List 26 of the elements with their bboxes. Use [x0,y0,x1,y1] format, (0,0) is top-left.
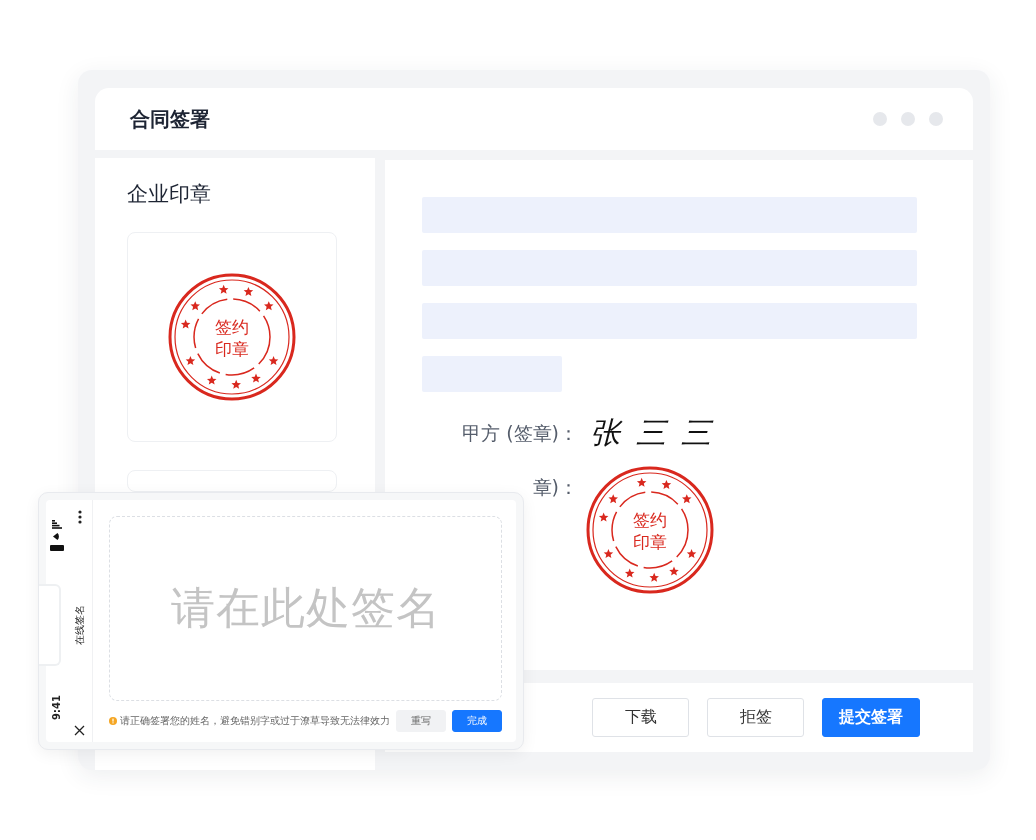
signal-icon [51,520,62,529]
status-time: 9:41 [51,694,63,720]
signature-button[interactable]: 重写 [396,710,446,732]
battery-icon [49,544,64,552]
more-icon[interactable] [77,510,82,524]
signing-tip: 请正确签署您的姓名，避免错别字或过于潦草导致无法律效力 [120,714,390,728]
signature-label: 甲方 (签章)： [461,421,578,446]
seal-text: 印章 [633,532,667,552]
seal-text: 印章 [215,339,249,359]
close-icon[interactable] [74,725,86,736]
panel-title: 企业印章 [127,181,212,208]
signature-label: 章)： [531,475,578,500]
action-button[interactable]: 下载 [592,698,689,737]
warning-icon [109,717,117,725]
signature-button[interactable]: 完成 [452,710,502,732]
window-dot-icon[interactable] [929,112,943,126]
window-title: 合同签署 [130,105,210,133]
handwritten-signature: 张 三 三 [590,420,715,446]
action-button[interactable]: 拒签 [707,698,804,737]
seal-text: 签约 [215,317,249,337]
action-button[interactable]: 提交签署 [822,698,920,737]
window-dot-icon[interactable] [873,112,887,126]
seal-text: 签约 [633,510,667,530]
seal-card[interactable]: 签约 印章 [127,232,337,442]
screen-title: 在线签名 [72,604,86,645]
window-dot-icon[interactable] [901,112,915,126]
